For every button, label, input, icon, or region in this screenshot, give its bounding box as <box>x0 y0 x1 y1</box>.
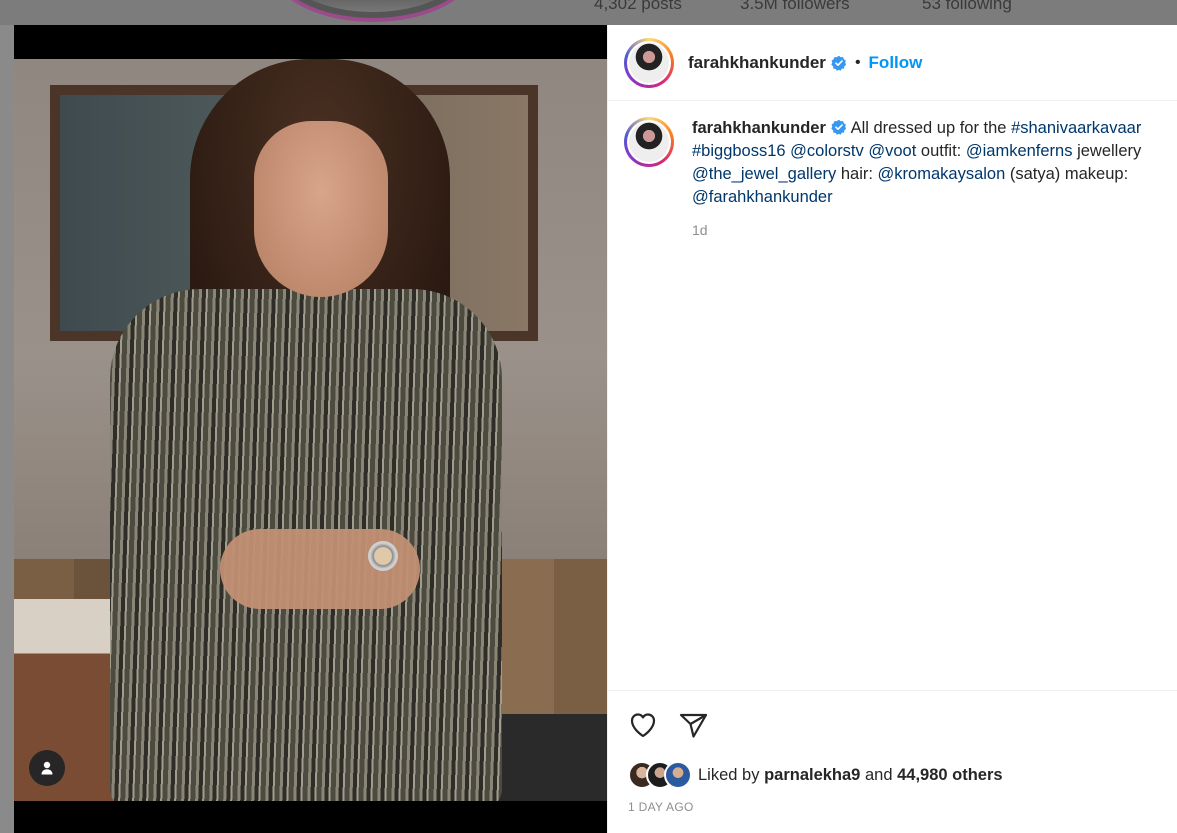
likes-count[interactable]: 44,980 others <box>897 766 1002 785</box>
likes-joiner: and <box>864 765 893 784</box>
person-face <box>254 121 388 297</box>
caption-segment: (satya) makeup: <box>1009 165 1129 183</box>
post-media <box>14 25 607 833</box>
caption-segment: All dressed up for the <box>850 119 1007 137</box>
heart-icon <box>630 713 656 738</box>
share-button[interactable] <box>677 709 709 741</box>
post-photo[interactable] <box>14 59 607 801</box>
caption-segment: hair: <box>840 165 873 183</box>
author-avatar[interactable] <box>624 37 674 88</box>
liker-username[interactable]: parnalekha9 <box>764 766 860 785</box>
author-username[interactable]: farahkhankunder <box>688 53 826 73</box>
post-caption: farahkhankunder All dressed up for the #… <box>624 117 1170 242</box>
post-date[interactable]: 1 DAY AGO <box>628 800 694 814</box>
caption-segment: jewellery <box>1077 142 1142 160</box>
user-tag-button[interactable] <box>29 750 65 786</box>
profile-avatar-background <box>270 0 476 22</box>
post-header: farahkhankunder • Follow <box>608 25 1177 101</box>
caption-verified-badge-icon <box>831 119 846 135</box>
likes-summary: Liked by parnalekha9 and 44,980 others <box>628 761 1003 789</box>
caption-segment: outfit: <box>920 142 962 160</box>
liker-avatars <box>628 761 692 789</box>
post-actions: Liked by parnalekha9 and 44,980 others 1… <box>608 690 1177 833</box>
hashtag-link[interactable]: #biggboss16 <box>692 142 786 160</box>
mention-link[interactable]: @iamkenferns <box>966 142 1073 160</box>
likes-prefix: Liked by <box>698 765 760 784</box>
followers-count: 3.5M followers <box>740 0 850 13</box>
post-side-panel: farahkhankunder • Follow farahkhankunder… <box>607 25 1177 833</box>
header-separator: • <box>854 53 861 71</box>
mention-link[interactable]: @voot <box>868 142 916 160</box>
hashtag-link[interactable]: #shanivaarkavaar <box>1011 119 1141 137</box>
post-modal: farahkhankunder • Follow farahkhankunder… <box>14 25 1177 833</box>
paper-plane-icon <box>679 713 708 738</box>
caption-avatar[interactable] <box>624 117 674 167</box>
following-count: 53 following <box>922 0 1012 13</box>
follow-button[interactable]: Follow <box>869 53 923 73</box>
mention-link[interactable]: @farahkhankunder <box>692 188 833 206</box>
ring <box>368 541 398 571</box>
like-button[interactable] <box>627 709 659 741</box>
profile-backdrop: 4,302 posts 3.5M followers 53 following <box>0 0 1177 25</box>
liker-avatar <box>664 761 692 789</box>
user-tag-icon <box>41 761 53 775</box>
mention-link[interactable]: @colorstv <box>790 142 864 160</box>
caption-text: farahkhankunder All dressed up for the #… <box>692 117 1170 209</box>
mention-link[interactable]: @the_jewel_gallery <box>692 165 836 183</box>
caption-username[interactable]: farahkhankunder <box>692 119 826 137</box>
mention-link[interactable]: @kromakaysalon <box>878 165 1006 183</box>
posts-count: 4,302 posts <box>594 0 682 13</box>
verified-badge-icon <box>831 55 847 71</box>
caption-timestamp[interactable]: 1d <box>692 219 1170 242</box>
